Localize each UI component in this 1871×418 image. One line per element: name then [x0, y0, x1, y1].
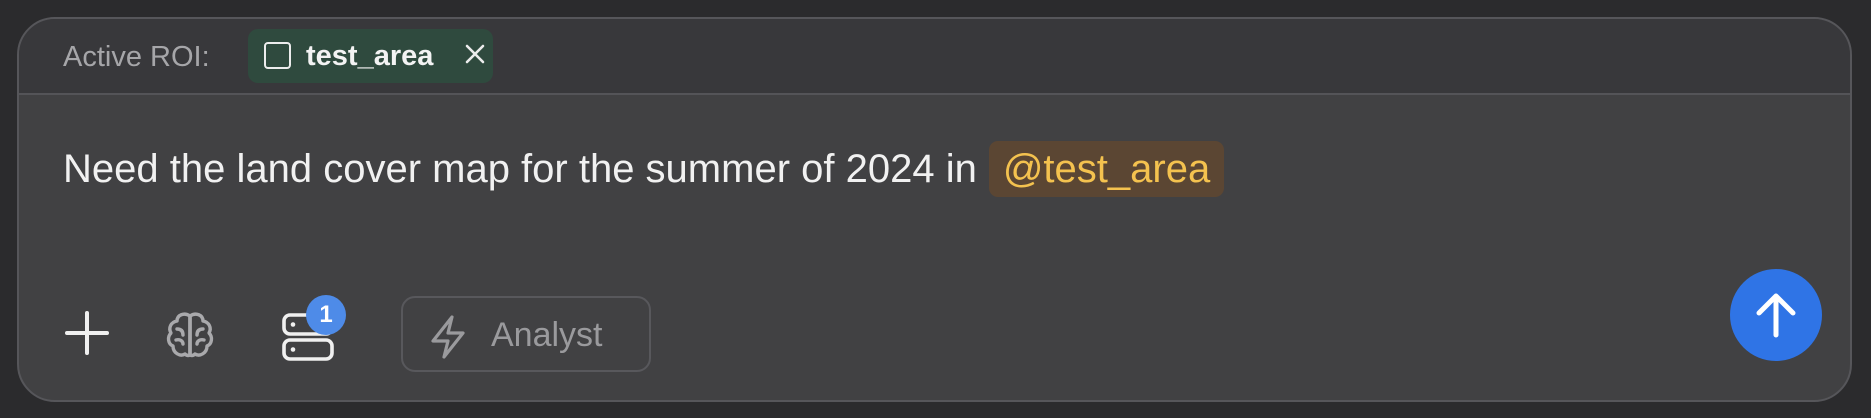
- plus-icon[interactable]: [63, 309, 111, 357]
- lightning-icon: [431, 315, 465, 359]
- message-text: Need the land cover map for the summer o…: [63, 147, 977, 191]
- brain-icon[interactable]: [164, 309, 216, 361]
- chat-input-card: Active ROI: test_area Need the land cove…: [17, 17, 1852, 402]
- roi-chip[interactable]: test_area: [248, 29, 493, 83]
- close-icon[interactable]: [464, 43, 486, 65]
- roi-mention[interactable]: @test_area: [988, 141, 1225, 197]
- datasource-count-badge: 1: [306, 295, 346, 335]
- message-input[interactable]: Need the land cover map for the summer o…: [63, 141, 1225, 197]
- active-roi-bar: Active ROI: test_area: [19, 19, 1850, 95]
- roi-chip-name: test_area: [306, 40, 434, 72]
- active-roi-label: Active ROI:: [63, 41, 210, 73]
- mode-label: Analyst: [491, 316, 603, 354]
- square-icon: [264, 42, 291, 69]
- arrow-up-icon: [1756, 293, 1796, 338]
- send-button[interactable]: [1730, 269, 1822, 361]
- mode-selector-button[interactable]: Analyst: [401, 296, 651, 372]
